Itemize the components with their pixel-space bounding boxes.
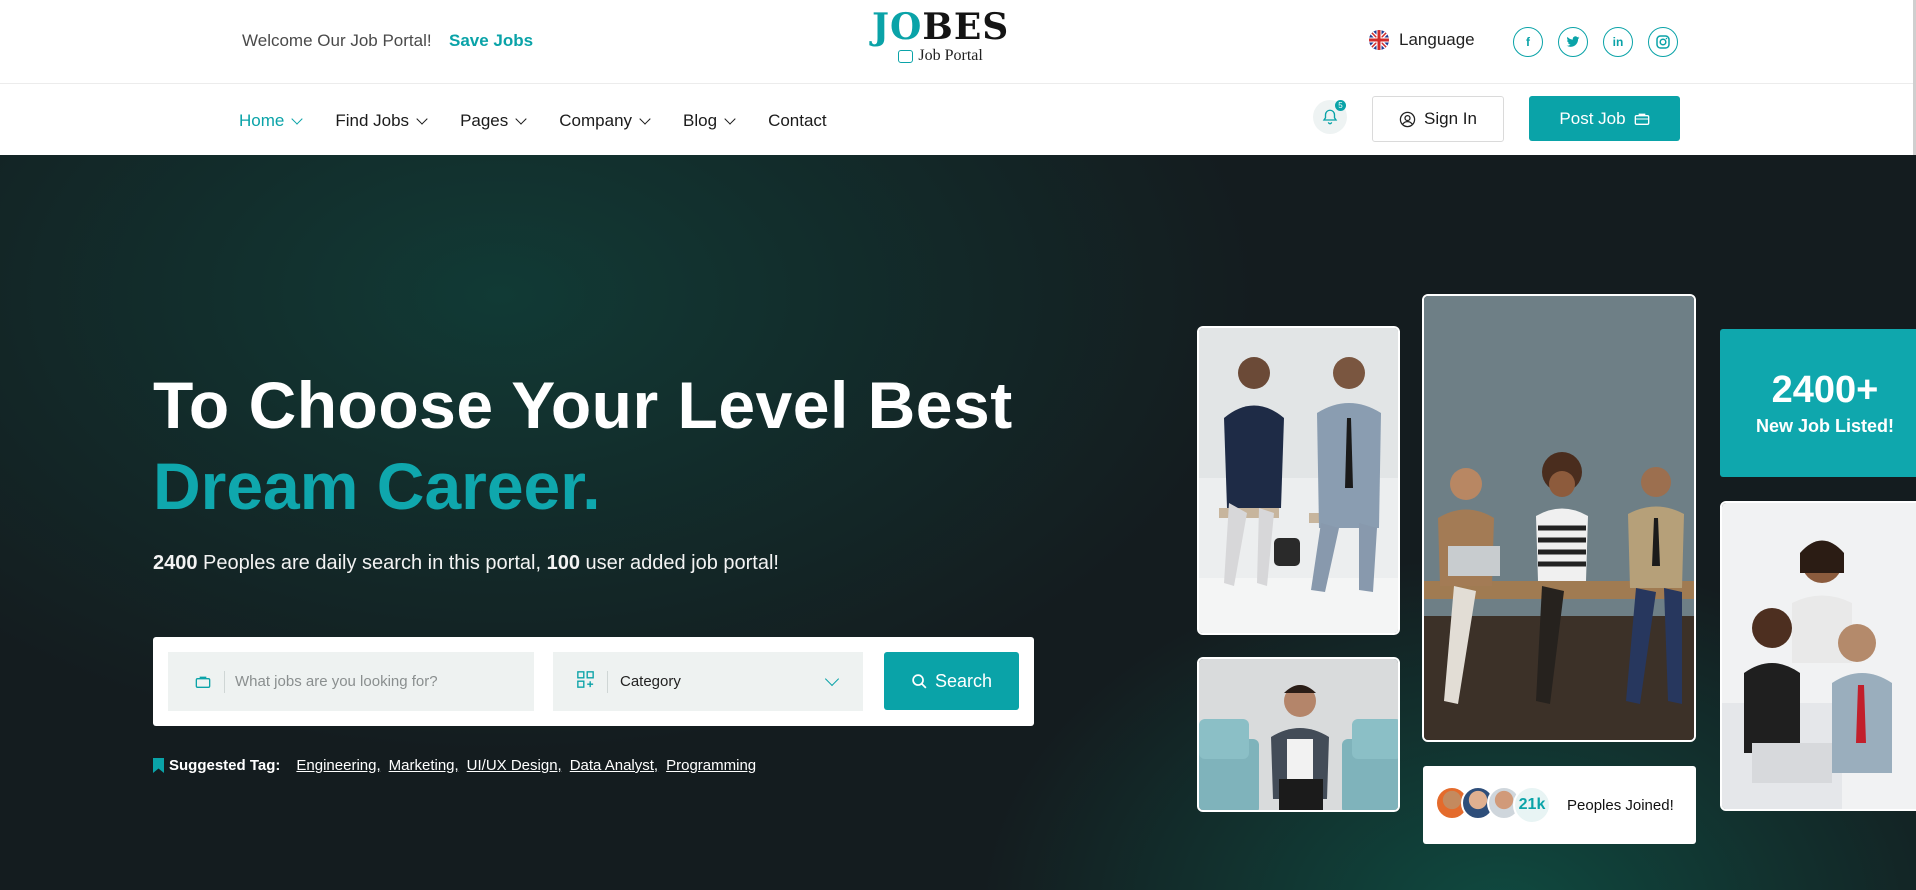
briefcase-icon <box>898 49 914 63</box>
facebook-icon[interactable]: f <box>1513 27 1543 57</box>
hero-photo-group-waiting <box>1422 294 1696 742</box>
instagram-icon[interactable] <box>1648 27 1678 57</box>
chevron-down-icon <box>515 113 527 125</box>
nav-item-company[interactable]: Company <box>559 111 651 131</box>
suggested-tags: Suggested Tag: Engineering, Marketing, U… <box>153 757 756 774</box>
save-jobs-link[interactable]: Save Jobs <box>449 31 533 51</box>
briefcase-icon <box>1634 113 1649 125</box>
logo-subtitle: Job Portal <box>918 47 983 64</box>
sign-in-button[interactable]: Sign In <box>1372 96 1504 142</box>
language-selector[interactable]: Language <box>1369 30 1475 50</box>
tag-engineering[interactable]: Engineering, <box>296 757 380 774</box>
twitter-icon[interactable] <box>1558 27 1588 57</box>
linkedin-icon[interactable]: in <box>1603 27 1633 57</box>
nav-item-home[interactable]: Home <box>239 111 304 131</box>
chevron-down-icon <box>416 113 428 125</box>
peoples-joined-card: 21k Peoples Joined! <box>1423 766 1696 844</box>
logo-dark-text: BES <box>922 6 1010 48</box>
nav-item-label: Blog <box>683 111 718 130</box>
avatar-stack: 21k <box>1435 786 1551 824</box>
language-label: Language <box>1399 30 1475 49</box>
field-divider <box>607 670 608 693</box>
hero-title-highlight: Dream Career. <box>153 449 601 523</box>
social-links: f in <box>1513 27 1678 57</box>
peoples-joined-label: Peoples Joined! <box>1567 796 1674 814</box>
chevron-down-icon <box>291 113 304 125</box>
hero-title: To Choose Your Level Best <box>153 368 1013 442</box>
user-added-count: 100 <box>546 552 580 574</box>
sign-in-label: Sign In <box>1424 109 1477 128</box>
category-grid-icon <box>577 671 595 692</box>
nav-item-label: Find Jobs <box>335 111 410 130</box>
bell-icon <box>1322 109 1338 125</box>
nav-item-label: Company <box>559 111 633 130</box>
main-navigation: Home Find Jobs Pages Company Blog Contac… <box>0 84 1916 155</box>
nav-item-blog[interactable]: Blog <box>683 111 736 131</box>
welcome-text: Welcome Our Job Portal! <box>242 31 432 50</box>
hero-subtitle-text: Peoples are daily search in this portal, <box>197 552 547 574</box>
hero-subtitle: 2400 Peoples are daily search in this po… <box>153 552 779 575</box>
chevron-down-icon <box>824 671 840 687</box>
category-value: Category <box>620 673 681 690</box>
notification-button[interactable]: 5 <box>1313 100 1347 134</box>
nav-item-label: Home <box>239 111 285 130</box>
top-bar: Welcome Our Job Portal! Save Jobs JOBES … <box>0 0 1916 84</box>
post-job-button[interactable]: Post Job <box>1529 96 1680 141</box>
tag-marketing[interactable]: Marketing, <box>389 757 459 774</box>
nav-menu: Home Find Jobs Pages Company Blog Contac… <box>239 111 827 131</box>
uk-flag-icon <box>1369 30 1389 50</box>
new-jobs-count: 2400+ <box>1771 369 1879 411</box>
nav-item-label: Pages <box>460 111 509 130</box>
search-button[interactable]: Search <box>884 652 1019 710</box>
chevron-down-icon <box>724 113 736 125</box>
briefcase-icon <box>192 675 214 689</box>
logo-accent-text: JO <box>872 6 923 48</box>
daily-search-count: 2400 <box>153 552 198 574</box>
hero-photo-woman-seated <box>1197 657 1400 812</box>
joined-count: 21k <box>1513 786 1551 824</box>
search-icon <box>912 673 927 688</box>
hero-subtitle-text-end: user added job portal! <box>579 552 779 574</box>
job-search-input[interactable] <box>235 673 515 690</box>
post-job-label: Post Job <box>1559 108 1626 128</box>
hero-section: To Choose Your Level Best Dream Career. … <box>0 155 1916 890</box>
notification-badge: 5 <box>1335 100 1346 111</box>
job-keyword-field[interactable] <box>168 652 534 711</box>
suggested-tags-label: Suggested Tag: <box>169 757 281 774</box>
hero-photo-two-candidates <box>1197 326 1400 635</box>
search-button-label: Search <box>934 670 993 691</box>
nav-item-contact[interactable]: Contact <box>768 111 827 131</box>
site-logo[interactable]: JOBES Job Portal <box>872 8 1009 65</box>
tag-programming[interactable]: Programming <box>666 757 756 774</box>
tag-ui-ux-design[interactable]: UI/UX Design, <box>467 757 562 774</box>
new-jobs-stat-card: 2400+ New Job Listed! <box>1720 329 1916 477</box>
nav-item-pages[interactable]: Pages <box>460 111 527 131</box>
bookmark-icon <box>153 758 164 773</box>
job-search-form: Category Search <box>153 637 1034 726</box>
tag-data-analyst[interactable]: Data Analyst, <box>570 757 658 774</box>
new-jobs-label: New Job Listed! <box>1755 416 1894 436</box>
nav-item-label: Contact <box>768 111 827 130</box>
chevron-down-icon <box>639 113 651 125</box>
hero-photo-team-at-computer <box>1720 501 1916 811</box>
nav-item-find-jobs[interactable]: Find Jobs <box>335 111 428 131</box>
user-icon <box>1399 111 1416 127</box>
field-divider <box>224 670 225 693</box>
category-select[interactable]: Category <box>553 652 863 711</box>
